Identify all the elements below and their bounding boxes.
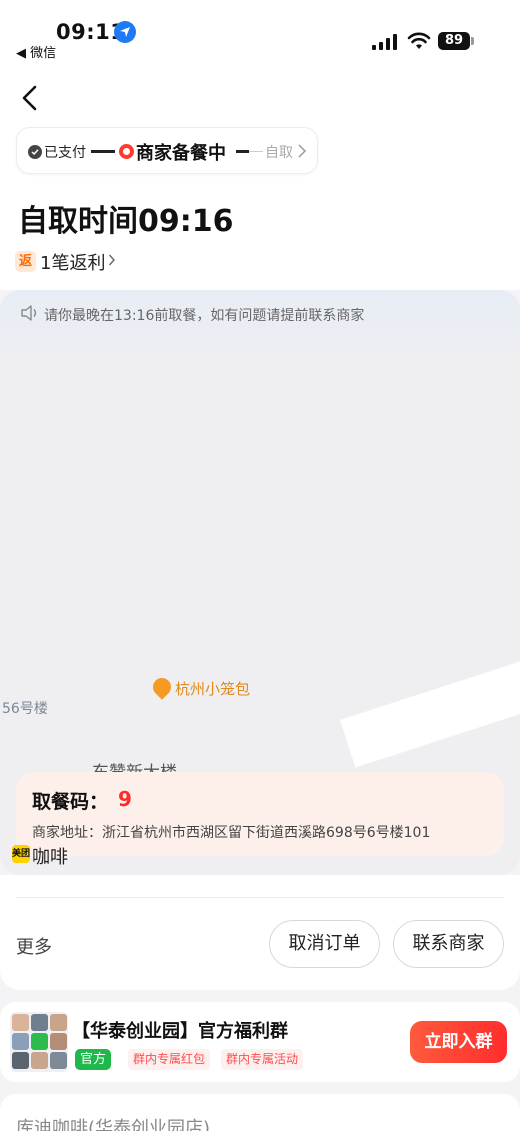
pickup-code-value: 9 <box>118 787 132 811</box>
wifi-icon <box>407 32 431 49</box>
back-arrow-icon[interactable] <box>18 84 44 112</box>
progress-line-pending <box>249 151 263 152</box>
contact-merchant-button[interactable]: 联系商家 <box>393 920 504 968</box>
check-icon <box>28 145 42 159</box>
group-tag: 群内专属活动 <box>221 1049 304 1070</box>
more-button[interactable]: 更多 <box>16 933 52 959</box>
divider <box>16 897 504 898</box>
battery-indicator: 89 <box>438 32 470 50</box>
cellular-signal-icon <box>372 34 397 50</box>
current-step-dot-icon <box>119 144 134 159</box>
restaurant-pin-icon <box>149 674 175 700</box>
map-building-label: 56号楼 <box>2 701 48 717</box>
pickup-time-title: 自取时间09:16 <box>18 204 234 239</box>
rebate-link[interactable]: 1笔返利 <box>40 249 105 275</box>
battery-tip <box>471 37 474 45</box>
pickup-code-card: 取餐码： 9 商家地址：浙江省杭州市西湖区留下街道西溪路698号6号楼101 <box>16 772 504 856</box>
map-store-label-partial: 咖啡 <box>32 847 68 868</box>
map-card[interactable]: 请你最晚在13:16前取餐，如有问题请提前联系商家 杭州小笼包 56号楼 东赞新… <box>0 290 520 875</box>
group-avatar <box>10 1012 68 1072</box>
progress-step-pickup: 自取 <box>265 145 293 161</box>
notice-bar: 请你最晚在13:16前取餐，如有问题请提前联系商家 <box>0 290 520 350</box>
notice-text: 请你最晚在13:16前取餐，如有问题请提前联系商家 <box>44 308 365 324</box>
order-actions: 更多 取消订单 联系商家 <box>0 875 520 990</box>
pickup-code-label: 取餐码： <box>32 791 109 813</box>
store-card[interactable]: 库迪咖啡(华泰创业园店) <box>0 1094 520 1131</box>
meituan-logo-icon: 美团 <box>12 845 30 863</box>
group-promo-card[interactable]: 【华泰创业园】官方福利群 官方 群内专属红包 群内专属活动 立即入群 <box>0 1002 520 1082</box>
cancel-order-button[interactable]: 取消订单 <box>269 920 380 968</box>
group-title: 【华泰创业园】官方福利群 <box>72 1021 288 1042</box>
store-name: 库迪咖啡(华泰创业园店) <box>16 1118 211 1131</box>
progress-step-preparing: 商家备餐中 <box>136 143 226 164</box>
rebate-badge: 返 <box>15 251 36 272</box>
official-badge: 官方 <box>75 1049 112 1070</box>
chevron-right-icon <box>108 254 115 266</box>
progress-line <box>236 150 249 153</box>
map-poi-label: 杭州小笼包 <box>175 680 251 698</box>
progress-line <box>91 150 115 153</box>
status-bar: 09:11 ◀ 微信 89 <box>0 0 520 64</box>
order-progress-pill[interactable]: 已支付 商家备餐中 自取 <box>16 127 318 174</box>
progress-step-paid: 已支付 <box>44 145 86 161</box>
chevron-right-icon <box>298 144 307 158</box>
join-group-button[interactable]: 立即入群 <box>410 1021 507 1063</box>
location-arrow-icon <box>114 21 136 43</box>
back-to-app-link[interactable]: ◀ 微信 <box>16 42 56 61</box>
map-road <box>340 621 520 768</box>
speaker-icon <box>21 305 37 321</box>
group-tag: 群内专属红包 <box>128 1049 211 1070</box>
merchant-address: 商家地址：浙江省杭州市西湖区留下街道西溪路698号6号楼101 <box>32 825 431 841</box>
